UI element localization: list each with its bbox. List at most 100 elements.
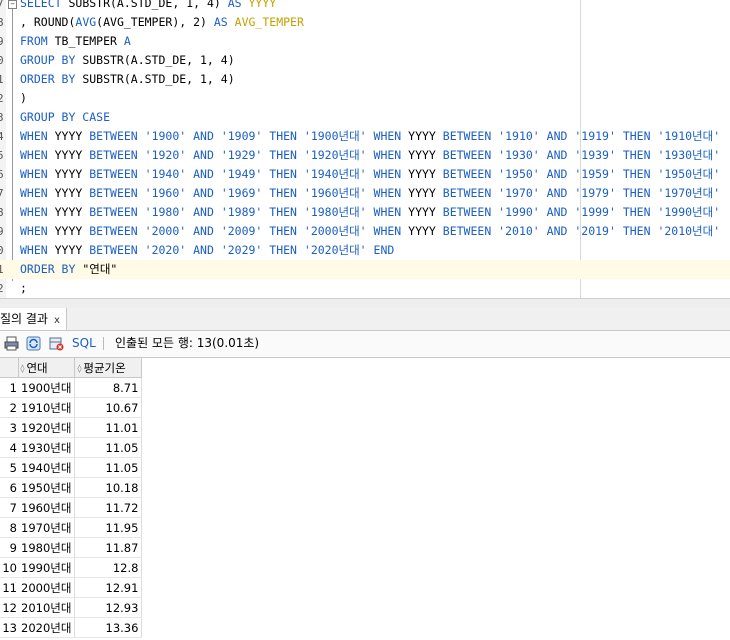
code-line[interactable]: 9 WHEN YYYY BETWEEN '2000' AND '2009' THE… [0,222,730,241]
column-header-avg-temp[interactable]: ◊ 평균기온 [74,358,143,378]
cell-avg-temp[interactable]: 11.05 [74,437,143,458]
cell-decade[interactable]: 1990년대 [18,557,76,578]
cell-avg-temp[interactable]: 8.71 [74,377,143,398]
code-token: AND [546,167,575,181]
cell-avg-temp[interactable]: 11.87 [74,537,143,558]
code-line[interactable]: 0 WHEN YYYY BETWEEN '2020' AND '2029' THE… [0,241,730,260]
code-token: SELECT [20,0,69,10]
cell-avg-temp[interactable]: 13.36 [74,617,143,638]
line-number: 1 [0,263,4,276]
code-line[interactable]: 3 GROUP BY CASE [0,108,730,127]
code-token: '1950' [498,167,547,181]
code-line[interactable]: 6 WHEN YYYY BETWEEN '1940' AND '1949' THE… [0,165,730,184]
sort-icon[interactable]: ◊ [21,364,25,373]
cell-decade[interactable]: 1920년대 [18,417,76,438]
cell-decade[interactable]: 2020년대 [18,617,76,638]
cell-avg-temp[interactable]: 12.8 [74,557,143,578]
sort-icon[interactable]: ◊ [77,364,81,373]
code-token: BETWEEN [89,129,145,143]
cancel-query-icon[interactable] [49,336,64,351]
row-number: 6 [0,477,18,498]
row-number: 11 [0,577,18,598]
code-token: A [123,34,131,48]
tab-query-result[interactable]: 질의 결과 x [0,308,67,330]
table-row[interactable]: 6 1950년대 10.18 [0,477,143,498]
code-token: '2010년대' [657,224,721,238]
cell-avg-temp[interactable]: 12.93 [74,597,143,618]
code-token: THEN [622,129,658,143]
code-line[interactable]: 7 WHEN YYYY BETWEEN '1960' AND '1969' THE… [0,184,730,203]
code-token: THEN [269,243,304,257]
row-number-header [0,358,19,378]
tab-close-icon[interactable]: x [54,315,60,326]
code-text: ; [20,279,27,298]
cell-decade[interactable]: 1980년대 [18,537,76,558]
code-token: WHEN [20,148,55,162]
table-row[interactable]: 2 1910년대 10.67 [0,397,143,418]
column-header-decade[interactable]: ◊ 연대 [18,358,76,378]
code-token: AND [193,224,221,238]
table-row[interactable]: 13 2020년대 13.36 [0,617,143,638]
code-line[interactable]: 8 WHEN YYYY BETWEEN '1980' AND '1989' THE… [0,203,730,222]
line-number: 3 [0,111,4,124]
code-line[interactable]: 5 WHEN YYYY BETWEEN '1920' AND '1929' THE… [0,146,730,165]
line-number: 0 [0,54,4,67]
cell-decade[interactable]: 1910년대 [18,397,76,418]
cell-decade[interactable]: 1970년대 [18,517,76,538]
cell-decade[interactable]: 2010년대 [18,597,76,618]
code-token: THEN [269,205,304,219]
table-row[interactable]: 4 1930년대 11.05 [0,437,143,458]
table-row[interactable]: 9 1980년대 11.87 [0,537,143,558]
code-token: YYYY [408,186,443,200]
refresh-icon[interactable] [26,336,41,351]
line-number: 9 [0,35,4,48]
results-grid[interactable]: ◊ 연대 ◊ 평균기온 1 1900년대 8.71 2 1910년대 10.67 3 1920년대… [0,357,730,640]
code-token: '1989' [220,205,270,219]
code-token: THEN [269,186,304,200]
cell-decade[interactable]: 1940년대 [18,457,76,478]
sql-editor[interactable]: − 7 SELECT SUBSTR(A.STD_DE, 1, 4) AS YYYY… [0,0,730,298]
code-token: YYYY [408,148,443,162]
cell-avg-temp[interactable]: 11.95 [74,517,143,538]
code-line[interactable]: 1 ORDER BY SUBSTR(A.STD_DE, 1, 4) [0,70,730,89]
code-line[interactable]: 7 SELECT SUBSTR(A.STD_DE, 1, 4) AS YYYY [0,0,730,13]
code-token: YYYY [408,205,443,219]
code-line[interactable]: 8 , ROUND(AVG(AVG_TEMPER), 2) AS AVG_TEMP… [0,13,730,32]
table-row[interactable]: 8 1970년대 11.95 [0,517,143,538]
code-token: '1930' [498,148,547,162]
table-row[interactable]: 1 1900년대 8.71 [0,377,143,398]
cell-avg-temp[interactable]: 11.72 [74,497,143,518]
code-token: "연대" [82,262,118,276]
cell-avg-temp[interactable]: 11.01 [74,417,143,438]
code-line[interactable]: 9 FROM TB_TEMPER A [0,32,730,51]
code-line[interactable]: 2) [0,89,730,108]
code-token: '1910년대' [657,129,721,143]
code-line[interactable]: 1 ORDER BY "연대" [0,260,730,279]
table-row[interactable]: 3 1920년대 11.01 [0,417,143,438]
table-row[interactable]: 12 2010년대 12.93 [0,597,143,618]
grid-header-row: ◊ 연대 ◊ 평균기온 [0,358,143,378]
cell-avg-temp[interactable]: 10.67 [74,397,143,418]
sql-button[interactable]: SQL [72,336,96,351]
cell-decade[interactable]: 1930년대 [18,437,76,458]
code-line[interactable]: 0 GROUP BY SUBSTR(A.STD_DE, 1, 4) [0,51,730,70]
code-token: '1970' [498,186,547,200]
code-line[interactable]: 2; [0,279,730,298]
cell-avg-temp[interactable]: 11.05 [74,457,143,478]
code-text: WHEN YYYY BETWEEN '1900' AND '1909' THEN… [20,127,720,146]
cell-decade[interactable]: 2000년대 [18,577,76,598]
cell-decade[interactable]: 1960년대 [18,497,76,518]
table-row[interactable]: 10 1990년대 12.8 [0,557,143,578]
row-number: 8 [0,517,18,538]
cell-avg-temp[interactable]: 10.18 [74,477,143,498]
code-line[interactable]: 4 WHEN YYYY BETWEEN '1900' AND '1909' THE… [0,127,730,146]
table-row[interactable]: 7 1960년대 11.72 [0,497,143,518]
line-number: 4 [0,130,4,143]
cell-avg-temp[interactable]: 12.91 [74,577,143,598]
cell-decade[interactable]: 1900년대 [18,377,76,398]
cell-decade[interactable]: 1950년대 [18,477,76,498]
table-row[interactable]: 5 1940년대 11.05 [0,457,143,478]
code-token: '2029' [220,243,270,257]
table-row[interactable]: 11 2000년대 12.91 [0,577,143,598]
print-icon[interactable] [4,336,19,351]
